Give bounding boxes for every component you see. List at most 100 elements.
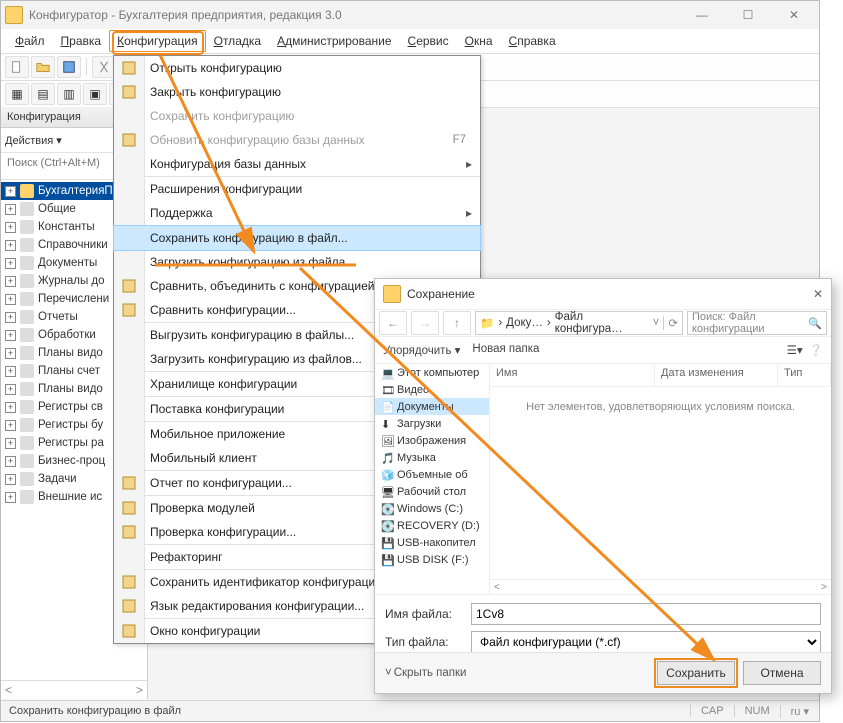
location-label: Рабочий стол	[397, 486, 466, 498]
tool2-c-icon[interactable]: ▥	[57, 83, 81, 105]
menu-windows[interactable]: Окна	[457, 30, 501, 52]
tool2-a-icon[interactable]: ▦	[5, 83, 29, 105]
location-item[interactable]: ⬇Загрузки	[375, 415, 489, 432]
location-item[interactable]: 🎞Видео	[375, 381, 489, 398]
status-lang[interactable]: ru ▾	[780, 705, 819, 718]
expand-icon[interactable]: +	[5, 474, 16, 485]
help-icon[interactable]: ❔	[809, 343, 823, 357]
minimize-icon[interactable]: —	[681, 4, 723, 26]
menu-item[interactable]: Загрузить конфигурацию из файла...	[114, 250, 480, 274]
tool-save-icon[interactable]	[57, 56, 81, 78]
cancel-button[interactable]: Отмена	[743, 661, 821, 685]
tree-node-label: Журналы до	[38, 275, 105, 287]
expand-icon[interactable]: +	[5, 240, 16, 251]
location-label: Этот компьютер	[397, 367, 479, 379]
tool2-b-icon[interactable]: ▤	[31, 83, 55, 105]
menu-item[interactable]: Расширения конфигурации	[114, 177, 480, 201]
expand-icon[interactable]: +	[5, 420, 16, 431]
expand-icon[interactable]: +	[5, 492, 16, 503]
menu-item-label: Проверка модулей	[150, 501, 255, 515]
menu-item[interactable]: Конфигурация базы данных▸	[114, 152, 480, 176]
menu-item-label: Рефакторинг	[150, 550, 223, 564]
col-date[interactable]: Дата изменения	[655, 364, 778, 386]
location-item[interactable]: 🎵Музыка	[375, 449, 489, 466]
menu-item[interactable]: Сохранить конфигурацию в файл...	[114, 226, 480, 250]
col-type[interactable]: Тип	[778, 364, 831, 386]
status-text: Сохранить конфигурацию в файл	[1, 705, 690, 717]
maximize-icon[interactable]: ☐	[727, 4, 769, 26]
organize-menu[interactable]: Упорядочить ▾	[383, 343, 460, 357]
location-item[interactable]: 💽RECOVERY (D:)	[375, 517, 489, 534]
menu-item[interactable]: Закрыть конфигурацию	[114, 80, 480, 104]
expand-icon[interactable]: +	[5, 258, 16, 269]
menu-admin[interactable]: Администрирование	[269, 30, 399, 52]
tool-new-icon[interactable]	[5, 56, 29, 78]
expand-icon[interactable]: +	[5, 312, 16, 323]
location-item[interactable]: 🖥Рабочий стол	[375, 483, 489, 500]
nav-fwd-icon[interactable]: →	[411, 311, 439, 335]
location-item[interactable]: 💾USB DISK (F:)	[375, 551, 489, 568]
menu-item-label: Сохранить конфигурацию в файл...	[150, 231, 348, 245]
dialog-fileview: Имя Дата изменения Тип Нет элементов, уд…	[490, 364, 831, 594]
location-label: Загрузки	[397, 418, 441, 430]
view-icon[interactable]: ☰▾	[787, 343, 803, 357]
expand-icon[interactable]: +	[5, 294, 16, 305]
menu-edit[interactable]: Правка	[53, 30, 110, 52]
menu-item-icon	[120, 500, 138, 516]
nav-up-icon[interactable]: ↑	[443, 311, 471, 335]
dialog-icon	[383, 285, 401, 303]
menu-item-icon	[120, 302, 138, 318]
close-icon[interactable]: ✕	[773, 4, 815, 26]
node-icon	[20, 382, 34, 396]
dialog-sidebar[interactable]: 💻Этот компьютер🎞Видео📄Документы⬇Загрузки…	[375, 364, 490, 594]
expand-icon[interactable]: +	[5, 276, 16, 287]
menu-help[interactable]: Справка	[501, 30, 564, 52]
menu-item[interactable]: Поддержка▸	[114, 201, 480, 225]
horiz-scroll[interactable]: <>	[490, 579, 831, 594]
col-name[interactable]: Имя	[490, 364, 655, 386]
location-item[interactable]: 💻Этот компьютер	[375, 364, 489, 381]
filename-label: Имя файла:	[385, 607, 465, 621]
expand-icon[interactable]: +	[5, 186, 16, 197]
expand-icon[interactable]: +	[5, 384, 16, 395]
hide-folders-toggle[interactable]: ˅ Скрыть папки	[385, 667, 466, 679]
expand-icon[interactable]: +	[5, 366, 16, 377]
expand-icon[interactable]: +	[5, 402, 16, 413]
expand-icon[interactable]: +	[5, 204, 16, 215]
expand-icon[interactable]: +	[5, 438, 16, 449]
refresh-icon[interactable]: ⟳	[663, 316, 678, 330]
menu-item-label: Загрузить конфигурацию из файлов...	[150, 352, 362, 366]
file-columns[interactable]: Имя Дата изменения Тип	[490, 364, 831, 387]
menu-debug[interactable]: Отладка	[206, 30, 269, 52]
tool-open-icon[interactable]	[31, 56, 55, 78]
dialog-search[interactable]: Поиск: Файл конфигурации 🔍	[687, 311, 827, 335]
node-icon	[20, 238, 34, 252]
location-item[interactable]: 💽Windows (C:)	[375, 500, 489, 517]
menu-item-label: Обновить конфигурацию базы данных	[150, 133, 365, 147]
tool2-d-icon[interactable]: ▣	[83, 83, 107, 105]
menu-configuration[interactable]: Конфигурация	[109, 30, 206, 52]
save-button[interactable]: Сохранить	[657, 661, 735, 685]
drive-icon: 💽	[381, 503, 393, 515]
filetype-select[interactable]: Файл конфигурации (*.cf)	[471, 631, 821, 653]
menu-service[interactable]: Сервис	[400, 30, 457, 52]
breadcrumb[interactable]: 📁 › Доку… › Файл конфигура… ˅ ⟳	[475, 311, 683, 335]
tree-node-label: Внешние ис	[38, 491, 102, 503]
location-item[interactable]: 🖼Изображения	[375, 432, 489, 449]
expand-icon[interactable]: +	[5, 330, 16, 341]
expand-icon[interactable]: +	[5, 222, 16, 233]
nav-back-icon[interactable]: ←	[379, 311, 407, 335]
img-icon: 🖼	[381, 435, 393, 447]
location-item[interactable]: 💾USB-накопител	[375, 534, 489, 551]
side-scroll[interactable]: <>	[1, 680, 147, 699]
location-item[interactable]: 🧊Объемные об	[375, 466, 489, 483]
menu-item[interactable]: Открыть конфигурацию	[114, 56, 480, 80]
new-folder[interactable]: Новая папка	[472, 343, 539, 357]
menu-file[interactable]: Файл	[7, 30, 53, 52]
dialog-close-icon[interactable]: ✕	[813, 287, 823, 301]
filename-input[interactable]	[471, 603, 821, 625]
expand-icon[interactable]: +	[5, 456, 16, 467]
location-item[interactable]: 📄Документы	[375, 398, 489, 415]
expand-icon[interactable]: +	[5, 348, 16, 359]
location-label: Музыка	[397, 452, 436, 464]
